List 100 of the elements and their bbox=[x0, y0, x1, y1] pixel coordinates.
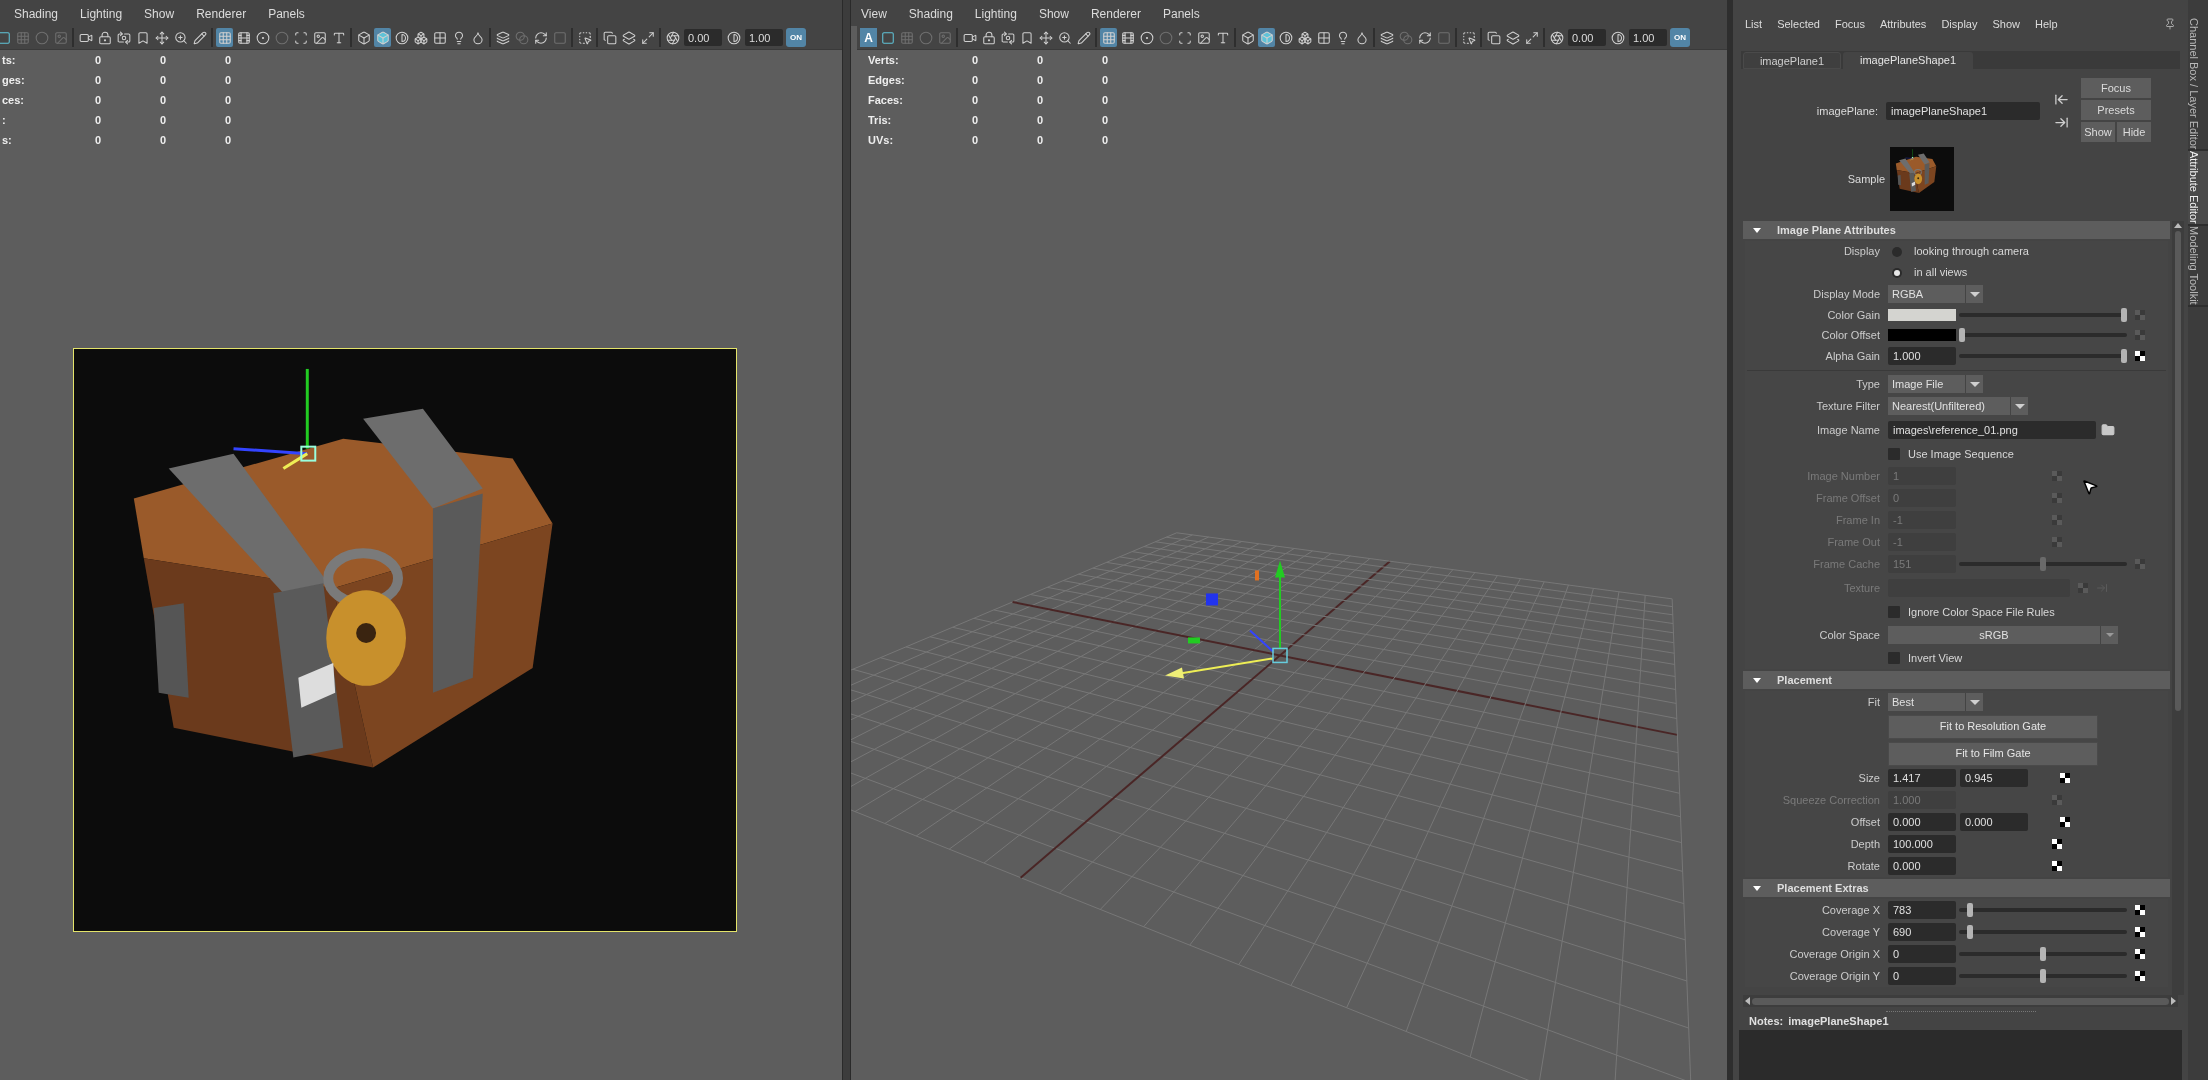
menu-item[interactable]: Shading bbox=[908, 5, 953, 23]
pin-icon[interactable] bbox=[2164, 18, 2176, 30]
slider-handle[interactable] bbox=[2121, 308, 2127, 322]
menu-item[interactable]: Show bbox=[144, 5, 175, 23]
slider[interactable] bbox=[1959, 925, 2127, 939]
number-field[interactable]: 690 bbox=[1888, 923, 1956, 941]
shaded-cube-button[interactable] bbox=[1258, 28, 1275, 47]
fit-button[interactable]: Fit to Film Gate bbox=[1888, 741, 2098, 766]
menu-item[interactable]: List bbox=[1745, 15, 1763, 32]
menu-item[interactable]: Selected bbox=[1777, 15, 1820, 32]
folder-icon[interactable] bbox=[2101, 423, 2115, 437]
section-header[interactable]: Placement Extras bbox=[1743, 879, 2170, 897]
map-button[interactable] bbox=[2052, 861, 2062, 871]
number-field[interactable]: 1.000 bbox=[1888, 347, 1956, 365]
side-panel-tab[interactable]: Attribute Editor bbox=[2188, 151, 2208, 227]
menu-item[interactable]: Display bbox=[1941, 15, 1978, 32]
menu-item[interactable]: View bbox=[861, 5, 887, 23]
slider-handle[interactable] bbox=[2040, 947, 2046, 961]
map-button[interactable] bbox=[2052, 839, 2062, 849]
menu-item[interactable]: Show bbox=[1038, 5, 1069, 23]
file-path-field[interactable]: images\reference_01.png bbox=[1888, 421, 2096, 439]
input-connection-icon[interactable] bbox=[2054, 92, 2069, 107]
dropdown[interactable]: Nearest(Unfiltered) bbox=[1888, 397, 2028, 415]
side-panel-tab[interactable]: Channel Box / Layer Editor bbox=[2188, 18, 2208, 152]
hide-button[interactable]: Hide bbox=[2117, 122, 2151, 142]
grid-button[interactable] bbox=[216, 28, 233, 47]
slider[interactable] bbox=[1959, 349, 2127, 363]
slider-handle[interactable] bbox=[1967, 903, 1974, 917]
number-field[interactable]: 1.00 bbox=[1629, 29, 1667, 46]
slider[interactable] bbox=[1959, 557, 2127, 571]
number-field[interactable]: 100.000 bbox=[1888, 835, 1956, 853]
menu-item[interactable]: Lighting bbox=[80, 5, 123, 23]
section-header[interactable]: Image Plane Attributes bbox=[1743, 221, 2170, 239]
map-button[interactable] bbox=[2135, 905, 2145, 915]
presets-button[interactable]: Presets bbox=[2081, 100, 2151, 120]
menu-item[interactable]: Panels bbox=[1162, 5, 1200, 23]
number-field[interactable]: 1.00 bbox=[745, 29, 783, 46]
map-button[interactable] bbox=[2135, 927, 2145, 937]
number-field[interactable]: 0 bbox=[1888, 945, 1956, 963]
letter-button[interactable]: A bbox=[860, 28, 877, 47]
vertical-scrollbar[interactable] bbox=[2172, 221, 2184, 995]
checkbox[interactable] bbox=[1888, 606, 1900, 618]
node-tab[interactable]: imagePlaneShape1 bbox=[1843, 52, 1973, 69]
radio-button[interactable] bbox=[1892, 246, 1902, 257]
output-connection-icon[interactable] bbox=[2054, 115, 2069, 130]
menu-item[interactable]: Show bbox=[1992, 15, 2020, 32]
map-button[interactable] bbox=[2060, 773, 2070, 783]
dropdown[interactable]: Best bbox=[1888, 693, 1983, 711]
map-button[interactable] bbox=[2135, 351, 2145, 361]
color-swatch[interactable] bbox=[1888, 309, 1956, 321]
grid-button[interactable] bbox=[1100, 28, 1117, 47]
menu-item[interactable]: Shading bbox=[14, 5, 59, 23]
slider[interactable] bbox=[1959, 308, 2127, 322]
menu-item[interactable]: Focus bbox=[1834, 15, 1865, 32]
number-field[interactable]: 0.000 bbox=[1960, 813, 2028, 831]
on-toggle-button[interactable]: ON bbox=[786, 28, 806, 47]
camera-button[interactable] bbox=[999, 28, 1016, 47]
node-tab[interactable]: imagePlane1 bbox=[1743, 52, 1841, 69]
menu-item[interactable]: Panels bbox=[268, 5, 305, 23]
number-field[interactable]: 0.00 bbox=[684, 29, 722, 46]
focus-button[interactable]: Focus bbox=[2081, 78, 2151, 98]
side-panel-tab[interactable]: Modeling Toolkit bbox=[2188, 226, 2208, 307]
checkbox[interactable] bbox=[1888, 652, 1900, 664]
slider[interactable] bbox=[1959, 328, 2127, 342]
map-button[interactable] bbox=[2135, 971, 2145, 981]
camera-button[interactable] bbox=[115, 28, 132, 47]
number-field[interactable]: 1.417 bbox=[1888, 769, 1956, 787]
map-button[interactable] bbox=[2060, 817, 2070, 827]
menu-item[interactable]: Renderer bbox=[196, 5, 247, 23]
number-field[interactable]: 783 bbox=[1888, 901, 1956, 919]
slider-handle[interactable] bbox=[1959, 328, 1965, 342]
menu-item[interactable]: Renderer bbox=[1090, 5, 1141, 23]
section-header[interactable]: Placement bbox=[1743, 671, 2170, 689]
on-toggle-button[interactable]: ON bbox=[1670, 28, 1690, 47]
map-button[interactable] bbox=[2135, 949, 2145, 959]
dropdown[interactable]: RGBA bbox=[1888, 285, 1983, 303]
fit-button[interactable]: Fit to Resolution Gate bbox=[1888, 714, 2098, 739]
slider[interactable] bbox=[1959, 969, 2127, 983]
node-name-field[interactable]: imagePlaneShape1 bbox=[1886, 102, 2040, 120]
notes-field[interactable] bbox=[1739, 1030, 2182, 1080]
checkbox[interactable] bbox=[1888, 448, 1900, 460]
number-field[interactable]: 0.945 bbox=[1960, 769, 2028, 787]
menu-item[interactable]: Lighting bbox=[974, 5, 1017, 23]
slider[interactable] bbox=[1959, 947, 2127, 961]
dropdown[interactable]: Image File bbox=[1888, 375, 1983, 393]
menu-item[interactable]: Attributes bbox=[1879, 15, 1927, 32]
show-button[interactable]: Show bbox=[2081, 122, 2115, 142]
number-field[interactable]: 0.00 bbox=[1568, 29, 1606, 46]
number-field[interactable]: 0.000 bbox=[1888, 857, 1956, 875]
color-swatch[interactable] bbox=[1888, 329, 1956, 341]
number-field[interactable]: 0.000 bbox=[1888, 813, 1956, 831]
shaded-cube-button[interactable] bbox=[374, 28, 391, 47]
number-field[interactable]: 0 bbox=[1888, 967, 1956, 985]
radio-button[interactable] bbox=[1892, 267, 1902, 278]
menu-item[interactable]: Help bbox=[2035, 15, 2058, 32]
horizontal-scrollbar[interactable] bbox=[1743, 995, 2178, 1007]
dropdown[interactable]: sRGB bbox=[1888, 626, 2118, 644]
slider-handle[interactable] bbox=[1967, 925, 1974, 939]
slider-handle[interactable] bbox=[2121, 349, 2127, 363]
slider[interactable] bbox=[1959, 903, 2127, 917]
